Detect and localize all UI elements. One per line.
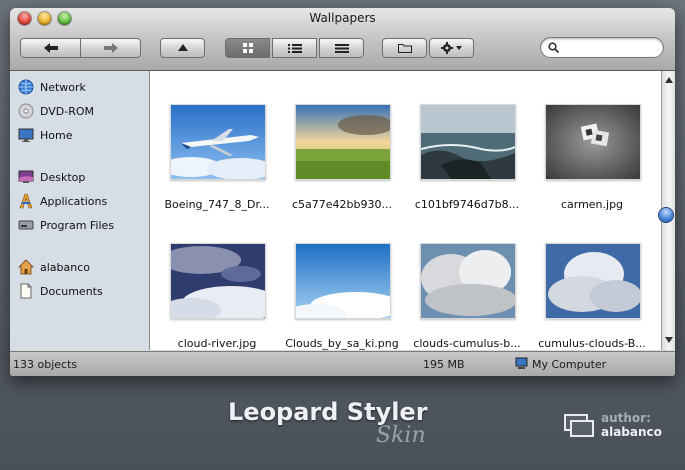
search-input[interactable] — [563, 40, 662, 56]
sidebar-item-label: alabanco — [40, 260, 91, 274]
search-field[interactable] — [540, 37, 664, 58]
status-bar: 133 objects 195 MB My Computer — [10, 351, 675, 376]
gear-icon — [440, 42, 462, 54]
columns-icon — [334, 43, 349, 53]
list-view-button[interactable] — [272, 38, 317, 58]
action-menu-button[interactable] — [429, 38, 474, 58]
sidebar-item-label: Network — [40, 80, 86, 94]
icon-view-button[interactable] — [225, 38, 270, 58]
file-name: cloud-river.jpg — [177, 337, 257, 350]
grid-icon — [242, 43, 253, 53]
list-icon — [287, 43, 302, 53]
eject-icon — [177, 43, 188, 51]
file-name: cumulus-clouds-B... — [538, 337, 646, 350]
file-name: c5a77e42bb930... — [292, 198, 392, 211]
airplane-photo — [170, 104, 266, 180]
meadow-photo — [295, 104, 391, 180]
monitor-icon — [18, 128, 34, 142]
title-bar[interactable]: Wallpapers — [10, 8, 675, 71]
sidebar-item-program-files[interactable]: Program Files — [18, 216, 114, 234]
sidebar-item-network[interactable]: Network — [18, 78, 86, 96]
author-name: alabanco — [601, 425, 662, 439]
search-icon — [548, 42, 559, 53]
author-label: author: — [601, 411, 651, 425]
file-item[interactable]: c101bf9746d7b8... — [406, 79, 528, 211]
clouds-photo — [170, 243, 266, 319]
seascape-photo — [420, 104, 516, 180]
sidebar-item-label: Documents — [40, 284, 103, 298]
home-icon — [18, 259, 34, 275]
file-grid: Boeing_747_8_Dr... c5a77e42bb930... c101… — [150, 71, 661, 350]
scroll-thumb[interactable] — [659, 208, 673, 222]
brand-title: Leopard Styler — [228, 398, 428, 426]
finder-window: Wallpapers Network DVD-ROM Home Desktop … — [10, 8, 675, 376]
sidebar-item-label: Desktop — [40, 170, 86, 184]
windows-icon — [564, 414, 594, 437]
desktop-icon — [18, 170, 34, 183]
sidebar-item-label: DVD-ROM — [40, 104, 95, 118]
file-item[interactable]: Boeing_747_8_Dr... — [156, 79, 278, 211]
file-name: Clouds_by_sa_ki.png — [285, 337, 399, 350]
disc-icon — [18, 103, 34, 119]
drive-icon — [18, 220, 34, 230]
cumulus-photo — [545, 243, 641, 319]
sidebar-item-applications[interactable]: Applications — [18, 192, 107, 210]
applications-icon — [19, 193, 33, 209]
forward-button[interactable] — [80, 38, 141, 58]
sidebar-item-home[interactable]: Home — [18, 126, 72, 144]
arrow-left-icon — [43, 43, 58, 53]
file-name: carmen.jpg — [560, 198, 624, 211]
file-item[interactable]: clouds-cumulus-b... — [406, 218, 528, 350]
file-item[interactable]: c5a77e42bb930... — [281, 79, 403, 211]
author-credit: author: alabanco — [601, 411, 662, 439]
sidebar-item-documents[interactable]: Documents — [18, 282, 103, 300]
folder-icon — [397, 44, 412, 53]
location-label: My Computer — [532, 358, 607, 371]
column-view-button[interactable] — [319, 38, 364, 58]
sidebar-item-label: Applications — [40, 194, 108, 208]
sidebar-item-desktop[interactable]: Desktop — [18, 168, 85, 186]
document-icon — [20, 283, 32, 299]
disk-size: 195 MB — [423, 358, 465, 371]
sidebar-item-dvd-rom[interactable]: DVD-ROM — [18, 102, 94, 120]
computer-icon — [515, 357, 528, 369]
file-name: Boeing_747_8_Dr... — [164, 198, 270, 211]
scroll-up-icon[interactable] — [665, 77, 673, 83]
arrow-right-icon — [103, 43, 118, 53]
scroll-down-icon[interactable] — [665, 337, 673, 343]
photo-collage — [545, 104, 641, 180]
sky-photo — [295, 243, 391, 319]
sidebar-item-alabanco[interactable]: alabanco — [18, 258, 90, 276]
file-name: c101bf9746d7b8... — [414, 198, 520, 211]
file-name: clouds-cumulus-b... — [413, 337, 521, 350]
eject-button[interactable] — [160, 38, 205, 58]
sidebar-item-label: Program Files — [40, 218, 115, 232]
cumulus-photo — [420, 243, 516, 319]
brand-subtitle: Skin — [376, 423, 426, 448]
file-item[interactable]: carmen.jpg — [531, 79, 653, 211]
window-title: Wallpapers — [309, 11, 376, 25]
item-count: 133 objects — [13, 358, 78, 371]
globe-icon — [18, 79, 34, 95]
sidebar-item-label: Home — [40, 128, 73, 142]
sidebar: Network DVD-ROM Home Desktop Application… — [10, 71, 150, 350]
back-button[interactable] — [20, 38, 81, 58]
file-item[interactable]: cumulus-clouds-B... — [531, 218, 653, 350]
new-folder-button[interactable] — [382, 38, 427, 58]
file-item[interactable]: cloud-river.jpg — [156, 218, 278, 350]
file-item[interactable]: Clouds_by_sa_ki.png — [281, 218, 403, 350]
